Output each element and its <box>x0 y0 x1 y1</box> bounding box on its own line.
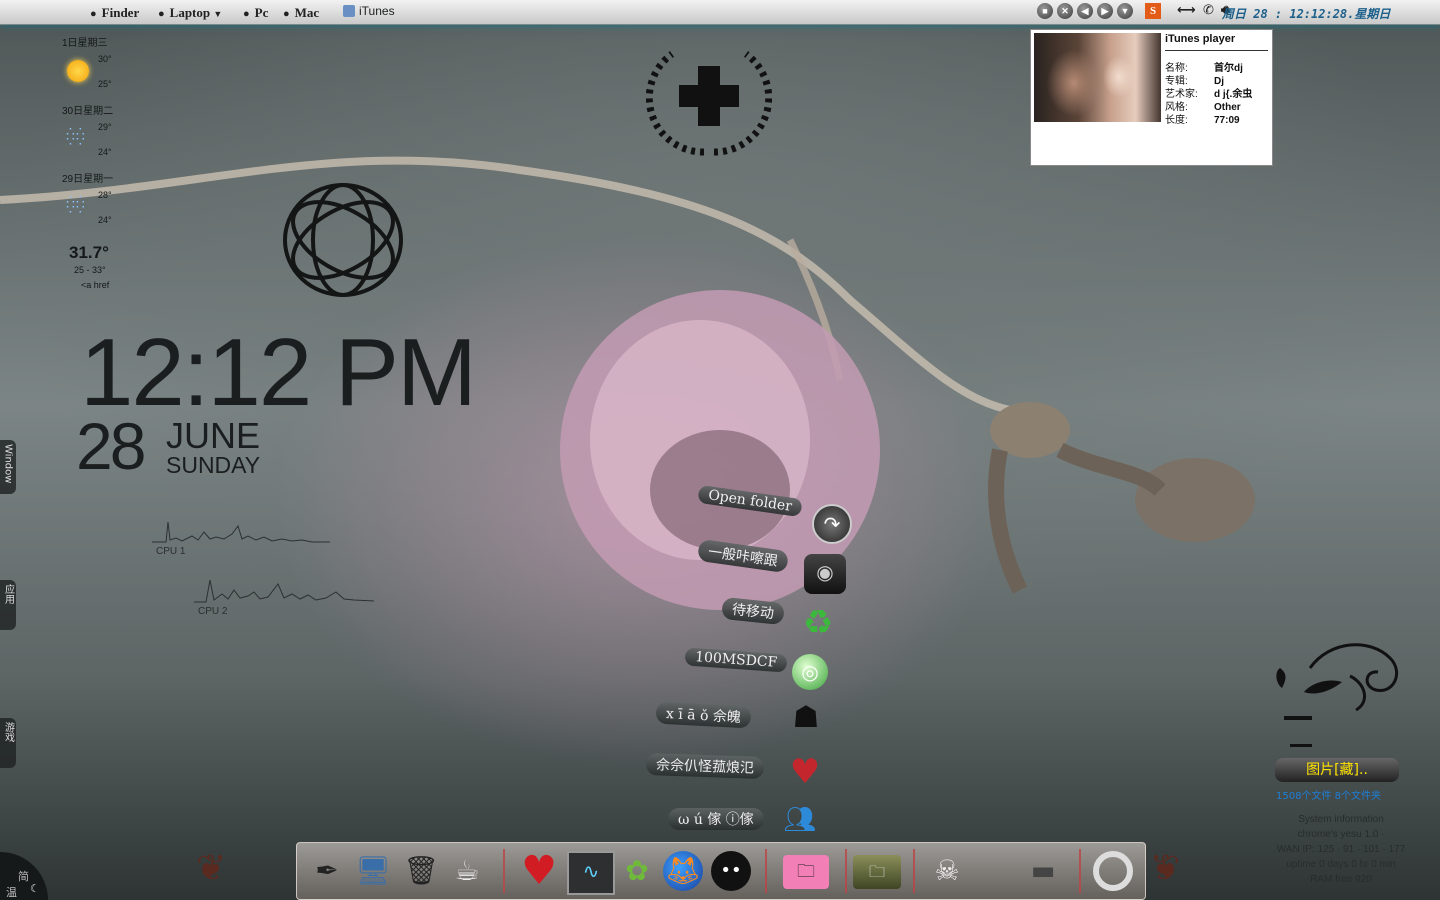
sysinfo-line: WAN IP: 125 · 91 · 101 · 177 <box>1276 844 1406 855</box>
cpu1-graph: CPU 1 <box>152 512 330 557</box>
track-info-row: 长度: 77:09 <box>1165 115 1240 126</box>
arrow-circle-icon[interactable]: ↷ <box>812 504 852 544</box>
network-arrows-icon[interactable]: ⟷ <box>1177 3 1196 18</box>
lifebuoy-icon[interactable] <box>1093 851 1133 891</box>
menubar-clock[interactable]: 周日 28 : 12:12:28.星期日 <box>1222 5 1390 22</box>
shortcut-label[interactable]: 佘佘仈怪菰烺氾 <box>645 752 765 780</box>
sogou-input-icon[interactable]: S <box>1145 3 1161 19</box>
recycle-icon[interactable]: ♻ <box>795 600 841 646</box>
moon-icon: ☾ <box>30 882 40 895</box>
weather-day: 1日星期三 30° 25° <box>62 38 112 89</box>
quill-decoration-icon[interactable]: ✒ <box>303 851 351 891</box>
shortcut-label[interactable]: ω ú 傢 ⓘ傢 <box>668 808 764 830</box>
system-information: System information chrome's yesu 1.0 · W… <box>1256 812 1426 887</box>
close-icon[interactable]: ✕ <box>1057 3 1073 19</box>
phone-icon[interactable]: ✆ <box>1203 3 1214 18</box>
sysinfo-title: System information <box>1298 814 1384 825</box>
dock-separator <box>913 849 915 893</box>
weather-day: 29日星期一 ∴∴ ∵∵ 28° 24° <box>62 174 114 225</box>
cpu2-sparkline <box>194 579 375 603</box>
sidetab-apps[interactable]: 应用 <box>0 580 16 630</box>
dock: ✒ 🖥︎ 🗑︎ ☕︎ ♥ ∿ ✿ 🦊︎ •• 🗀 🗀 ☠ ▬ <box>296 842 1146 900</box>
dock-right-ornament: ❦ <box>1150 848 1181 889</box>
dock-separator <box>1079 849 1081 893</box>
leaf-icon[interactable]: ✿ <box>617 851 657 891</box>
play-icon[interactable]: ▶ <box>1097 3 1113 19</box>
sidetab-games[interactable]: 游戏 <box>0 718 16 768</box>
weather-day: 30日星期二 ∴∴ ∵∵ 29° 24° <box>62 106 114 157</box>
heart-icon[interactable]: ♥ <box>782 752 828 792</box>
sun-icon <box>67 60 89 82</box>
divider <box>1165 50 1268 51</box>
stop-icon[interactable]: ■ <box>1037 3 1053 19</box>
sysinfo-line: uptime 0 days 0 hr 0 min <box>1286 859 1396 870</box>
skull-icon[interactable]: ☠ <box>927 851 967 891</box>
photo-folder-icon[interactable]: 🗀 <box>853 855 901 889</box>
cpu1-sparkline <box>152 521 330 543</box>
weather-link[interactable]: <a href <box>81 280 109 290</box>
chevron-down-icon: ▼ <box>213 9 223 19</box>
temperature-range: 25 - 33° <box>74 265 106 275</box>
album-art[interactable] <box>1034 33 1161 122</box>
sony-ericsson-icon[interactable]: ◎ <box>792 654 828 690</box>
dock-separator <box>765 849 767 893</box>
users-icon[interactable]: 👥︎ <box>782 802 818 838</box>
quick-launch-corner[interactable]: 简 温 ☾ <box>0 852 48 900</box>
previous-icon[interactable]: ◀ <box>1077 3 1093 19</box>
heart-icon[interactable]: ♥ <box>519 851 559 891</box>
down-icon[interactable]: ▼ <box>1117 3 1133 19</box>
dock-left-ornament: ❦ <box>196 848 227 889</box>
cpu2-graph: CPU 2 <box>194 572 375 617</box>
current-temperature: 31.7° <box>69 243 109 262</box>
itunes-icon <box>343 5 355 17</box>
pictures-folder-button[interactable]: 图片[藏].. <box>1275 758 1399 782</box>
itunes-player-widget: iTunes player 名称: 首尔dj 专辑: Dj 艺术家: d j{.余虫 … <box>1030 29 1273 166</box>
taskbar-itunes[interactable]: iTunes <box>343 4 395 18</box>
face-swirl-decoration <box>1276 643 1398 747</box>
desktop-clock-weekday: SUNDAY <box>166 452 261 478</box>
menu-bar: ● Finder ● Laptop ▼ ● Pc ● Mac iTunes ■ ✕ ◀ … <box>0 0 1440 25</box>
menu-pc[interactable]: ● Pc <box>243 5 268 21</box>
trash-icon[interactable]: 🗑︎ <box>401 851 441 891</box>
menu-mac[interactable]: ● Mac <box>283 5 319 21</box>
rain-icon: ∴∴ ∵∵ <box>66 123 86 149</box>
activity-monitor-icon[interactable]: ∿ <box>567 851 615 895</box>
weather-widget: 1日星期三 30° 25° 30日星期二 ∴∴ ∵∵ 29° 24° 29日星期一… <box>58 32 148 236</box>
sidetab-window[interactable]: Window <box>0 440 16 494</box>
camera-icon[interactable]: ◉ <box>804 554 846 594</box>
rain-icon: ∴∴ ∵∵ <box>66 191 86 217</box>
sysinfo-line: RAM free 920 <box>1310 874 1372 885</box>
dock-separator <box>503 849 505 893</box>
coffee-cup-icon[interactable]: ☕︎ <box>447 851 487 891</box>
monitor-icon[interactable]: 🖥︎ <box>353 851 393 891</box>
menu-finder[interactable]: ● Finder <box>90 5 139 21</box>
firefox-icon[interactable]: 🦊︎ <box>663 851 703 891</box>
striped-figure-icon[interactable]: ☗ <box>788 700 824 736</box>
pictures-stats: 1508个文件 8个文件夹 <box>1276 791 1381 802</box>
itunes-widget-title: iTunes player <box>1165 33 1236 45</box>
desktop-clock-month: JUNE <box>166 415 261 456</box>
dock-separator <box>845 849 847 893</box>
apple-logo-icon[interactable] <box>977 851 1017 891</box>
usb-drive-icon[interactable]: ▬ <box>1023 851 1063 891</box>
sysinfo-line: chrome's yesu 1.0 · <box>1297 829 1385 840</box>
menu-laptop[interactable]: ● Laptop ▼ <box>158 5 222 21</box>
soot-sprite-icon[interactable]: •• <box>711 851 751 891</box>
pink-folder-icon[interactable]: 🗀 <box>783 855 829 889</box>
desktop-clock-day: 28 <box>76 409 146 483</box>
